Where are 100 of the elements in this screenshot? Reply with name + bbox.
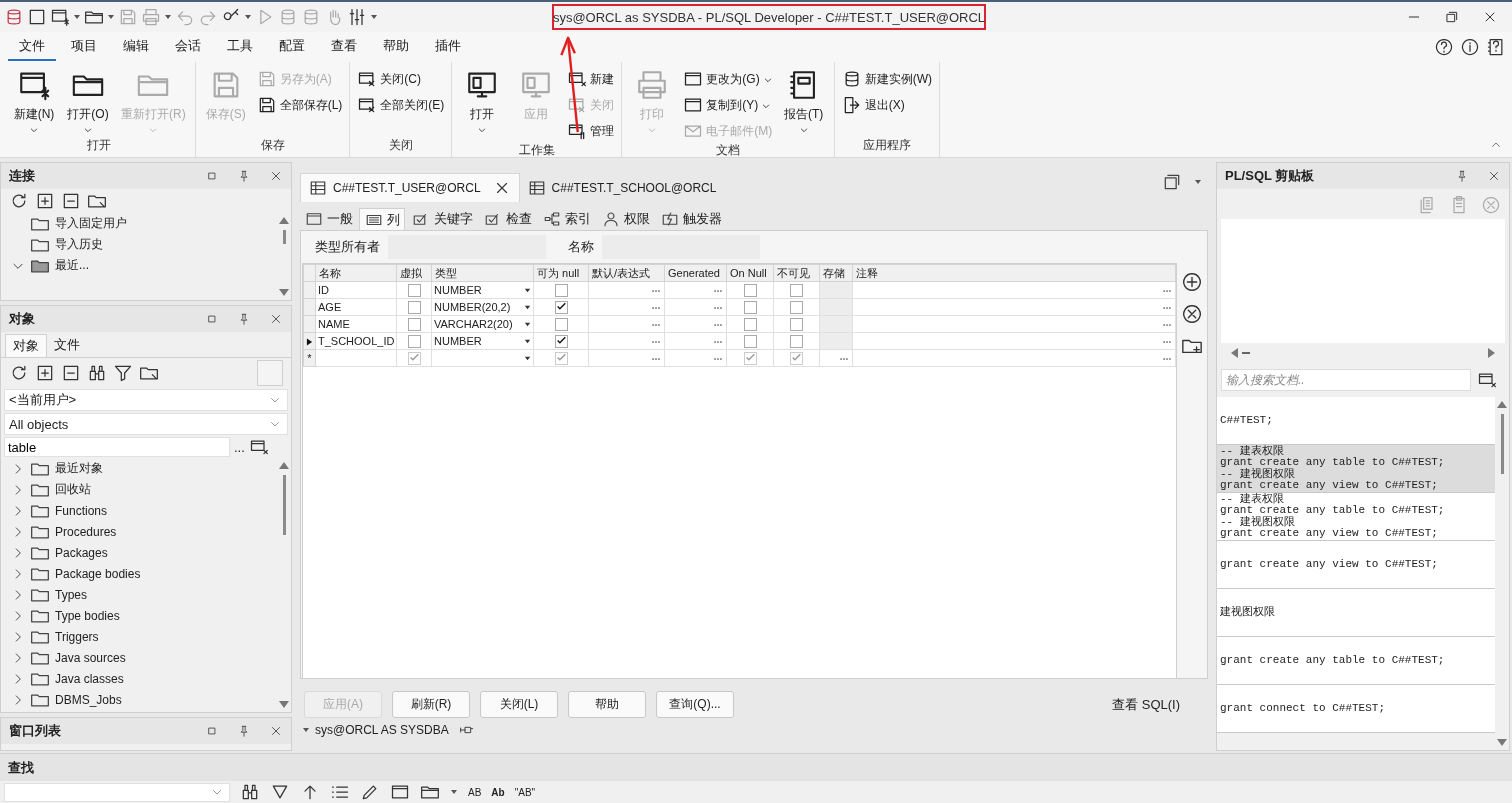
dialog-button[interactable]: 帮助: [568, 691, 646, 718]
ribbon-button[interactable]: 更改为(G): [680, 68, 776, 90]
checkbox[interactable]: [790, 300, 803, 314]
close-icon[interactable]: [269, 312, 283, 326]
ribbon-button[interactable]: 新建实例(W): [838, 68, 935, 90]
ribbon-button[interactable]: 全部关闭(E): [354, 94, 448, 116]
column-header[interactable]: 存储: [819, 264, 853, 282]
ribbon-tab[interactable]: 会话: [164, 33, 212, 61]
column-header[interactable]: 注释: [852, 264, 1176, 282]
dialog-button[interactable]: 关闭(L): [480, 691, 558, 718]
add-icon[interactable]: [1181, 271, 1203, 293]
column-header[interactable]: 类型: [431, 264, 534, 282]
checkbox[interactable]: [407, 351, 421, 365]
tree-item[interactable]: 导入历史: [55, 236, 103, 253]
sub-tab[interactable]: 索引: [538, 208, 595, 230]
ribbon-button[interactable]: 打开: [456, 66, 509, 137]
column-header[interactable]: 可为 null: [533, 264, 589, 282]
clear-icon[interactable]: [1481, 195, 1501, 215]
ribbon-button[interactable]: 新建: [564, 68, 618, 90]
checkbox[interactable]: [554, 300, 568, 314]
tree-item[interactable]: Packages: [55, 545, 108, 560]
checkbox[interactable]: [790, 351, 803, 365]
add-icon[interactable]: [35, 191, 55, 211]
restore-icon[interactable]: [1444, 9, 1460, 25]
checkbox[interactable]: [743, 283, 757, 297]
checkbox[interactable]: [790, 283, 803, 297]
remove-icon[interactable]: [1181, 303, 1203, 325]
connection-label[interactable]: sys@ORCL AS SYSDBA: [315, 723, 449, 737]
binoculars-icon[interactable]: [240, 782, 260, 802]
tree-item[interactable]: DBMS_Jobs: [55, 692, 122, 707]
document-tab[interactable]: C##TEST.T_USER@ORCL: [300, 173, 520, 202]
ribbon-tab[interactable]: 配置: [268, 33, 316, 61]
checkbox[interactable]: [743, 300, 757, 314]
clipboard-entry[interactable]: C##TEST;: [1217, 397, 1495, 445]
ribbon-tab[interactable]: 编辑: [112, 33, 160, 61]
browse-link[interactable]: ...: [234, 439, 245, 455]
column-header[interactable]: On Null: [726, 264, 774, 282]
panel-tab[interactable]: 文件: [47, 334, 87, 357]
caret-icon[interactable]: [302, 726, 310, 734]
document-tab[interactable]: C##TEST.T_SCHOOL@ORCL: [519, 174, 725, 202]
toolbar-toggle[interactable]: Ab: [491, 786, 505, 798]
tree-item[interactable]: Java classes: [55, 671, 124, 686]
ribbon-button[interactable]: 复制到(Y): [680, 94, 776, 116]
row-header[interactable]: [303, 332, 316, 350]
column-header[interactable]: 默认/表达式: [588, 264, 665, 282]
caret-icon[interactable]: [73, 13, 81, 21]
checkbox[interactable]: [554, 283, 568, 297]
ribbon-tab[interactable]: 项目: [60, 33, 108, 61]
binoculars-icon[interactable]: [87, 363, 107, 383]
close-icon[interactable]: [269, 169, 283, 183]
ribbon-button[interactable]: 新建(N): [8, 66, 60, 137]
sub-tab[interactable]: 一般: [300, 208, 357, 230]
column-header[interactable]: 名称: [315, 264, 397, 282]
tree-item[interactable]: 最近对象: [55, 460, 103, 477]
sub-tab[interactable]: 触发器: [656, 208, 726, 230]
dialog-button[interactable]: 刷新(R): [392, 691, 470, 718]
toolbar-toggle[interactable]: AB: [468, 786, 482, 798]
ribbon-tab[interactable]: 工具: [216, 33, 264, 61]
tree-item[interactable]: 最近...: [55, 257, 89, 274]
windows-icon[interactable]: [1162, 172, 1182, 192]
sub-tab[interactable]: 检查: [479, 208, 536, 230]
clipboard-entry[interactable]: -- 建表权限 grant create any table to C##TEST; -- 建视图权限 grant create any view to C##TEST;: [1217, 445, 1495, 493]
checkbox[interactable]: [790, 334, 803, 348]
filter-field[interactable]: table: [4, 437, 230, 457]
remove-icon[interactable]: [61, 363, 81, 383]
ribbon-button[interactable]: 管理: [564, 120, 618, 142]
tree-item[interactable]: Types: [55, 587, 87, 602]
caret-icon[interactable]: [370, 13, 378, 21]
checkbox[interactable]: [554, 351, 568, 365]
tree-item[interactable]: Package bodies: [55, 566, 141, 581]
remove-icon[interactable]: [61, 191, 81, 211]
blank-document-icon[interactable]: [27, 7, 47, 27]
info-icon[interactable]: [1460, 37, 1480, 57]
ribbon-button[interactable]: 全部保存(L): [253, 94, 346, 116]
checkbox[interactable]: [743, 317, 757, 331]
tree-item[interactable]: 回收站: [55, 481, 91, 498]
add-icon[interactable]: [35, 363, 55, 383]
clipboard-entry[interactable]: grant connect to C##TEST;: [1217, 685, 1495, 733]
ribbon-button[interactable]: 退出(X): [838, 94, 935, 116]
ribbon-button[interactable]: 打开(O): [62, 66, 114, 137]
clipboard-entry[interactable]: -- 建表权限 grant create any table to C##TEST; -- 建视图权限 grant create any view to C##TEST;: [1217, 493, 1495, 541]
dialog-button[interactable]: 查询(Q)...: [656, 691, 734, 718]
ribbon-tab[interactable]: 查看: [320, 33, 368, 61]
sub-tab[interactable]: 列: [359, 208, 405, 230]
clipboard-entry[interactable]: grant create any table to C##TEST;: [1217, 637, 1495, 685]
checkbox[interactable]: [407, 300, 421, 314]
caret-icon[interactable]: [244, 13, 252, 21]
tree-item[interactable]: Java sources: [55, 650, 126, 665]
search-field[interactable]: 输入搜索文档..: [1221, 369, 1471, 391]
panel-tab[interactable]: 对象: [5, 334, 47, 357]
new-window-icon[interactable]: [50, 7, 70, 27]
sub-tab[interactable]: 权限: [597, 208, 654, 230]
close-icon[interactable]: [269, 724, 283, 738]
caret-icon[interactable]: [450, 788, 458, 796]
sub-tab[interactable]: 关键字: [407, 208, 477, 230]
checkbox[interactable]: [407, 283, 421, 297]
owner-select[interactable]: <当前用户>: [4, 389, 288, 411]
filter-icon[interactable]: [113, 363, 133, 383]
clipboard-entry[interactable]: grant create any view to C##TEST;: [1217, 541, 1495, 589]
checkbox[interactable]: [554, 334, 568, 348]
